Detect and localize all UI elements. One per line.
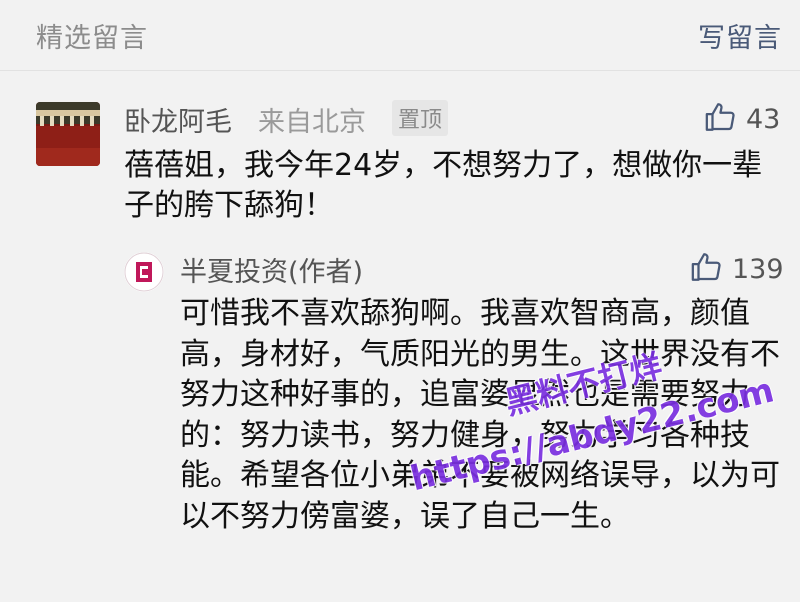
comment-text: 蓓蓓姐，我今年24岁，不想努力了，想做你一辈子的胯下舔狗！ bbox=[124, 148, 763, 223]
write-comment-button[interactable]: 写留言 bbox=[698, 16, 782, 55]
reply-author[interactable]: 半夏投资(作者) bbox=[180, 250, 363, 289]
comments-header: 精选留言 写留言 bbox=[0, 0, 800, 72]
pinned-badge: 置顶 bbox=[392, 100, 449, 136]
reply-text: 可惜我不喜欢舔狗啊。我喜欢智商高，颜值高，身材好，气质阳光的男生。这世界没有不努… bbox=[180, 296, 780, 534]
comment-like-count: 43 bbox=[746, 103, 781, 135]
section-title: 精选留言 bbox=[36, 23, 148, 54]
thumbs-up-icon bbox=[690, 250, 724, 288]
comment-location: 来自北京 bbox=[258, 107, 366, 138]
reply-like-count: 139 bbox=[732, 253, 784, 285]
divider bbox=[0, 70, 800, 71]
author-avatar[interactable] bbox=[124, 252, 164, 292]
comment-author[interactable]: 卧龙阿毛 bbox=[124, 100, 232, 139]
thumbs-up-icon bbox=[704, 100, 738, 138]
comment-like-button[interactable]: 43 bbox=[704, 100, 780, 138]
avatar[interactable] bbox=[36, 102, 100, 166]
reply-like-button[interactable]: 139 bbox=[690, 250, 784, 288]
